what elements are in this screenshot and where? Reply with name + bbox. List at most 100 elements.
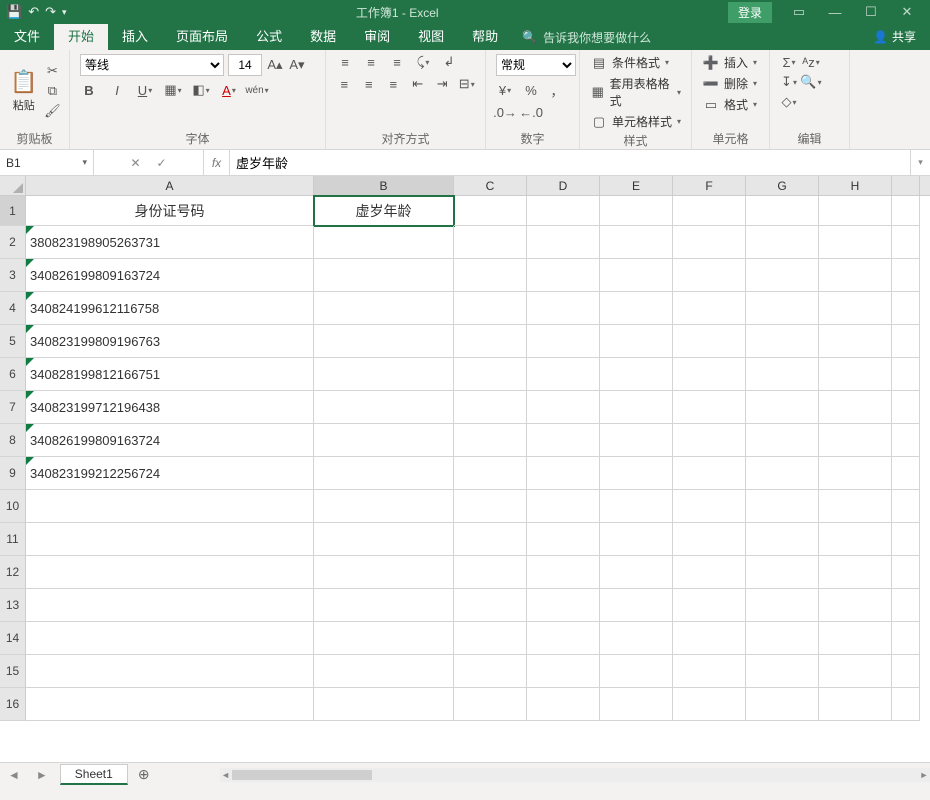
cell[interactable] [892, 622, 920, 655]
cell[interactable] [314, 358, 454, 391]
cell[interactable] [892, 358, 920, 391]
cell[interactable] [746, 259, 819, 292]
cell[interactable] [600, 358, 673, 391]
cell[interactable] [454, 196, 527, 226]
cell[interactable] [26, 622, 314, 655]
cell[interactable] [746, 490, 819, 523]
format-cells-button[interactable]: ▭格式▾ [702, 96, 759, 113]
cell[interactable] [314, 490, 454, 523]
cell[interactable]: 340826199809163724 [26, 424, 314, 457]
cell[interactable] [454, 556, 527, 589]
table-row[interactable]: 9340823199212256724 [0, 457, 930, 490]
maximize-icon[interactable]: ☐ [854, 4, 888, 20]
cell[interactable] [527, 196, 600, 226]
cell[interactable] [314, 457, 454, 490]
delete-cells-button[interactable]: ➖删除▾ [702, 75, 759, 92]
cell[interactable] [600, 556, 673, 589]
cell[interactable] [673, 424, 746, 457]
inc-decimal-icon[interactable]: .0→ [496, 104, 514, 120]
cell[interactable] [26, 688, 314, 721]
cell[interactable] [26, 589, 314, 622]
tab-data[interactable]: 数据 [296, 24, 350, 50]
row-header[interactable]: 15 [0, 655, 26, 688]
sheet-nav-left-icon[interactable]: ◄ [0, 768, 28, 782]
number-format-select[interactable]: 常规 [496, 54, 576, 76]
sheet-nav-right-icon[interactable]: ► [28, 768, 56, 782]
table-row[interactable]: 11 [0, 523, 930, 556]
find-icon[interactable]: 🔍▾ [802, 74, 820, 90]
row-header[interactable]: 14 [0, 622, 26, 655]
cell[interactable] [892, 226, 920, 259]
table-row[interactable]: 15 [0, 655, 930, 688]
cell[interactable] [892, 259, 920, 292]
cell[interactable] [600, 589, 673, 622]
cell[interactable] [600, 622, 673, 655]
align-bottom-icon[interactable]: ≡ [388, 54, 406, 70]
tab-insert[interactable]: 插入 [108, 24, 162, 50]
cell[interactable] [454, 325, 527, 358]
tab-layout[interactable]: 页面布局 [162, 24, 242, 50]
cell[interactable] [314, 226, 454, 259]
table-row[interactable]: 8340826199809163724 [0, 424, 930, 457]
col-header-A[interactable]: A [26, 176, 314, 195]
cell[interactable] [314, 622, 454, 655]
cell[interactable] [600, 523, 673, 556]
cell[interactable] [600, 655, 673, 688]
cell[interactable] [26, 655, 314, 688]
cell[interactable] [746, 292, 819, 325]
row-header[interactable]: 6 [0, 358, 26, 391]
cell[interactable] [746, 196, 819, 226]
cell[interactable] [673, 622, 746, 655]
cell[interactable]: 虚岁年龄 [314, 196, 454, 226]
cell[interactable] [819, 292, 892, 325]
cell[interactable] [819, 226, 892, 259]
cond-format-button[interactable]: ▤条件格式▾ [590, 54, 681, 71]
italic-icon[interactable]: I [108, 82, 126, 98]
cell[interactable] [746, 622, 819, 655]
dec-decimal-icon[interactable]: ←.0 [522, 104, 540, 120]
cell[interactable] [314, 391, 454, 424]
cell[interactable] [746, 655, 819, 688]
horizontal-scrollbar[interactable]: ◄ ► [220, 768, 930, 782]
cell[interactable] [600, 688, 673, 721]
cell[interactable] [454, 523, 527, 556]
sort-icon[interactable]: ᴬz▾ [802, 54, 820, 70]
formula-input[interactable] [230, 150, 910, 175]
table-row[interactable]: 2380823198905263731 [0, 226, 930, 259]
new-sheet-icon[interactable]: ⊕ [128, 766, 160, 783]
table-row[interactable]: 12 [0, 556, 930, 589]
align-right-icon[interactable]: ≡ [385, 76, 402, 92]
col-header-H[interactable]: H [819, 176, 892, 195]
cell[interactable] [527, 556, 600, 589]
cell[interactable] [527, 622, 600, 655]
share-button[interactable]: 👤共享 [859, 24, 930, 50]
cell[interactable] [673, 292, 746, 325]
scroll-right-icon[interactable]: ► [918, 768, 930, 782]
cell[interactable] [673, 457, 746, 490]
cell[interactable] [673, 325, 746, 358]
clear-icon[interactable]: ◇▾ [780, 94, 798, 110]
cell[interactable] [819, 556, 892, 589]
cell[interactable] [819, 457, 892, 490]
enter-icon[interactable]: ✓ [157, 156, 167, 170]
table-row[interactable]: 16 [0, 688, 930, 721]
cell[interactable] [600, 424, 673, 457]
cell[interactable] [314, 589, 454, 622]
scroll-left-icon[interactable]: ◄ [220, 768, 232, 782]
col-header-B[interactable]: B [314, 176, 454, 195]
col-header-G[interactable]: G [746, 176, 819, 195]
cell[interactable] [892, 589, 920, 622]
cell[interactable] [454, 655, 527, 688]
cell[interactable] [892, 292, 920, 325]
autosum-icon[interactable]: Σ▾ [780, 54, 798, 70]
tab-help[interactable]: 帮助 [458, 24, 512, 50]
cell[interactable] [454, 688, 527, 721]
table-row[interactable]: 5340823199809196763 [0, 325, 930, 358]
border-icon[interactable]: ▦▾ [164, 82, 182, 98]
cell[interactable] [527, 226, 600, 259]
cell[interactable] [746, 688, 819, 721]
cell[interactable] [746, 226, 819, 259]
cell[interactable] [454, 490, 527, 523]
font-name-select[interactable]: 等线 [80, 54, 224, 76]
cell[interactable] [527, 292, 600, 325]
